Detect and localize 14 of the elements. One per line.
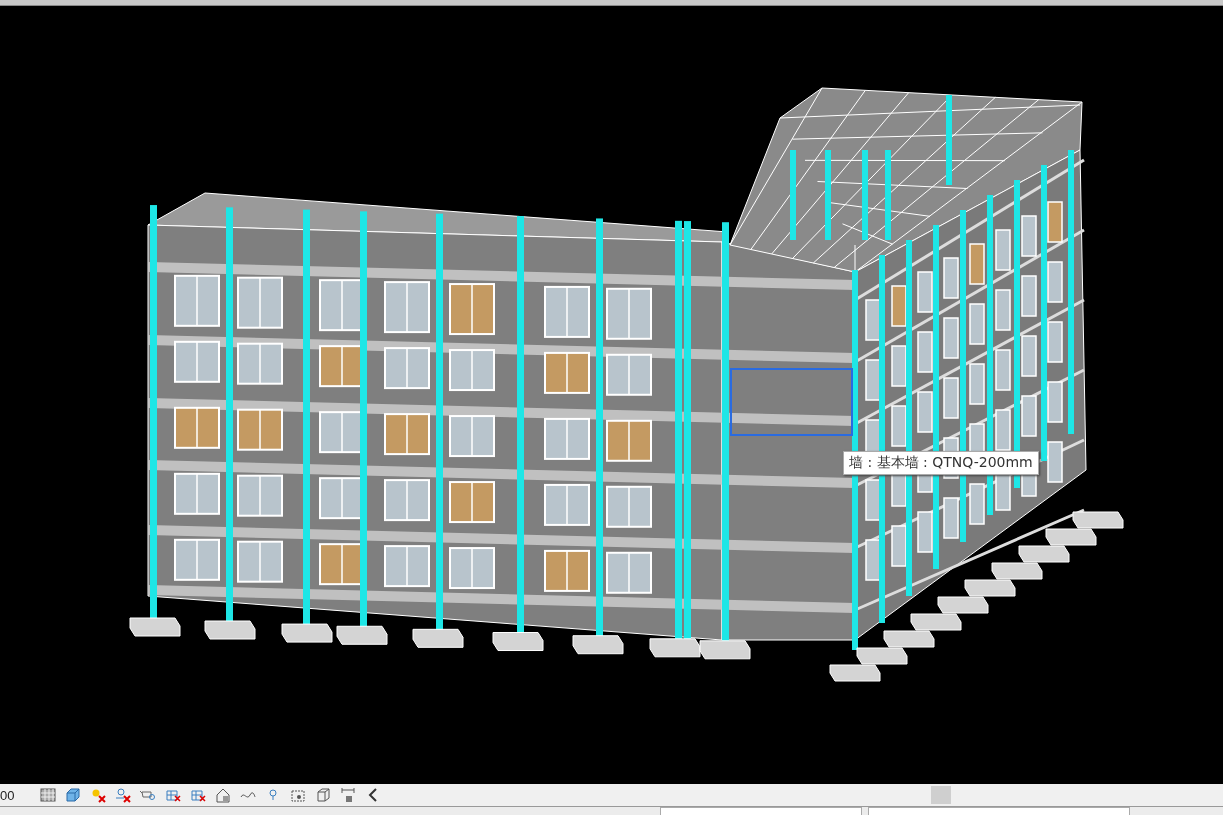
box-icon[interactable] bbox=[315, 787, 331, 803]
shadow-icon[interactable] bbox=[115, 787, 131, 803]
input-field[interactable] bbox=[660, 807, 862, 815]
input-field[interactable] bbox=[868, 807, 1130, 815]
sun-icon[interactable] bbox=[90, 787, 106, 803]
tooltip: 墙 : 基本墙 : QTNQ-200mm bbox=[843, 451, 1039, 475]
cube-icon[interactable] bbox=[65, 787, 81, 803]
house-icon[interactable] bbox=[215, 787, 231, 803]
scroll-thumb[interactable] bbox=[931, 786, 951, 804]
view-scale[interactable]: 00 bbox=[0, 787, 40, 803]
dimension-icon[interactable] bbox=[340, 787, 356, 803]
table-icon[interactable] bbox=[190, 787, 206, 803]
checker-icon[interactable] bbox=[40, 787, 56, 803]
table-icon[interactable] bbox=[165, 787, 181, 803]
